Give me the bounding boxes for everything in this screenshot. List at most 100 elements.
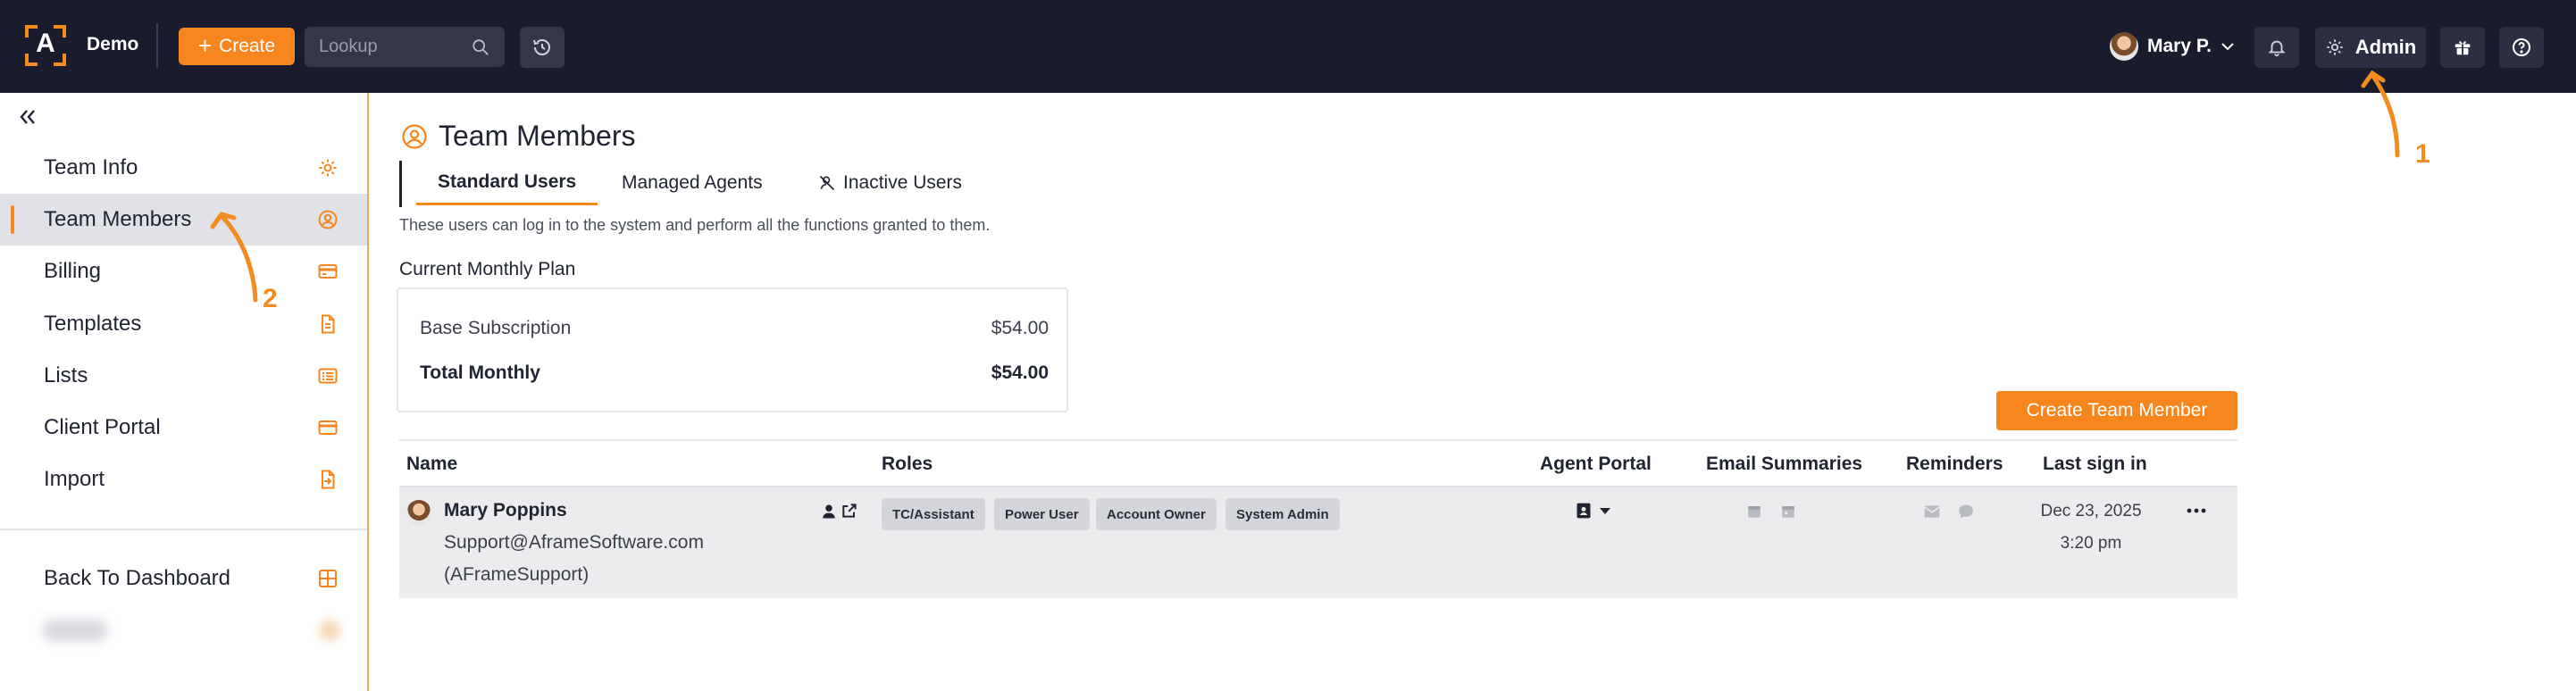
help-button[interactable] — [2499, 27, 2544, 68]
sidebar-item-label: Templates — [44, 312, 142, 336]
lookup-input[interactable] — [319, 27, 471, 67]
tab-inactive-users[interactable]: Inactive Users — [818, 161, 962, 205]
plan-base-value: $54.00 — [991, 318, 1049, 338]
sidebar: Team Info Team Members Billing Templates… — [0, 93, 369, 691]
agent-portal-id-icon[interactable] — [1575, 502, 1593, 520]
blurred-menu-item — [44, 620, 106, 641]
column-header-last-sign-in[interactable]: Last sign in — [2043, 454, 2147, 475]
member-email: Support@AframeSoftware.com — [444, 532, 704, 553]
last-sign-in-date: Dec 23, 2025 — [2040, 502, 2142, 520]
plan-total-row: Total Monthly $54.00 — [420, 362, 1049, 384]
person-icon[interactable] — [821, 504, 837, 520]
list-icon — [318, 368, 338, 384]
last-sign-in-time: 3:20 pm — [2060, 534, 2122, 553]
tab-standard-users[interactable]: Standard Users — [416, 161, 598, 205]
tab-managed-agents[interactable]: Managed Agents — [622, 161, 763, 205]
sidebar-item-client-portal[interactable]: Client Portal — [0, 402, 367, 454]
sidebar-item-label: Lists — [44, 363, 88, 387]
history-icon — [533, 39, 550, 55]
sidebar-item-billing[interactable]: Billing — [0, 246, 367, 297]
plan-total-value: $54.00 — [991, 362, 1049, 383]
column-header-roles[interactable]: Roles — [882, 454, 933, 475]
user-off-icon — [819, 175, 835, 191]
plan-base-row: Base Subscription $54.00 — [420, 318, 1049, 339]
credit-card-icon — [318, 264, 338, 279]
admin-label: Admin — [2354, 36, 2417, 58]
logo-letter: A — [36, 29, 55, 58]
sidebar-item-label: Import — [44, 467, 105, 491]
chat-bubble-icon[interactable] — [1957, 503, 1975, 520]
envelope-icon[interactable] — [1923, 504, 1941, 520]
lookup-search-box[interactable] — [305, 27, 505, 67]
sidebar-item-label: Client Portal — [44, 415, 161, 439]
sidebar-item-import[interactable]: Import — [0, 454, 367, 505]
role-badge-account-owner: Account Owner — [1096, 498, 1217, 530]
grid-icon — [319, 570, 337, 587]
notifications-button[interactable] — [2254, 27, 2299, 68]
create-team-member-button[interactable]: Create Team Member — [1996, 391, 2237, 430]
sidebar-item-team-members[interactable]: Team Members — [0, 194, 367, 246]
external-link-icon[interactable] — [841, 502, 858, 520]
role-badge-power-user: Power User — [994, 498, 1090, 530]
gear-icon — [319, 159, 337, 177]
page-title-text: Team Members — [439, 120, 636, 152]
sidebar-item-back-to-dashboard[interactable]: Back To Dashboard — [0, 553, 367, 604]
column-header-reminders[interactable]: Reminders — [1906, 454, 2003, 475]
admin-button[interactable]: Admin — [2315, 27, 2426, 68]
member-avatar — [406, 500, 431, 525]
column-header-name[interactable]: Name — [406, 454, 457, 475]
file-import-icon — [322, 470, 335, 489]
member-name[interactable]: Mary Poppins — [444, 500, 567, 521]
plan-total-label: Total Monthly — [420, 362, 540, 383]
top-navigation-bar: A Demo + Create Mary P. Admin — [0, 0, 2576, 93]
bell-icon — [2268, 40, 2286, 57]
sidebar-item-label: Back To Dashboard — [44, 566, 231, 590]
user-circle-icon — [318, 210, 338, 229]
portal-card-icon — [318, 420, 338, 435]
column-header-agent-portal[interactable]: Agent Portal — [1540, 454, 1652, 475]
sidebar-item-label: Team Info — [44, 155, 138, 179]
column-header-email-summaries[interactable]: Email Summaries — [1706, 454, 1862, 475]
tab-label: Managed Agents — [622, 172, 763, 193]
gift-icon — [2455, 41, 2471, 55]
sidebar-item-label: Team Members — [44, 207, 192, 231]
gear-icon — [2327, 39, 2343, 55]
sidebar-item-team-info[interactable]: Team Info — [0, 142, 367, 194]
annotation-number-2: 2 — [263, 284, 278, 313]
search-icon[interactable] — [471, 37, 490, 57]
calendar-day-icon[interactable] — [1746, 504, 1762, 520]
team-members-table: Name Roles Agent Portal Email Summaries … — [399, 439, 2237, 598]
document-icon — [322, 314, 335, 334]
table-row[interactable]: Mary Poppins Support@AframeSoftware.com … — [399, 487, 2237, 598]
more-options-icon[interactable] — [2186, 507, 2207, 514]
user-menu[interactable]: Mary P. — [2110, 32, 2235, 61]
role-badge-tc-assistant: TC/Assistant — [882, 498, 985, 530]
tab-label: Inactive Users — [843, 172, 963, 193]
app-logo[interactable]: A — [25, 25, 66, 66]
monthly-plan-card: Base Subscription $54.00 Total Monthly $… — [397, 287, 1068, 412]
user-name: Mary P. — [2147, 36, 2212, 56]
plan-base-label: Base Subscription — [420, 318, 572, 338]
blurred-menu-icon — [319, 620, 340, 641]
sidebar-item-templates[interactable]: Templates — [0, 298, 367, 350]
gift-button[interactable] — [2440, 27, 2485, 68]
role-badge-system-admin: System Admin — [1225, 498, 1340, 530]
create-button[interactable]: + Create — [179, 28, 295, 65]
table-header: Name Roles Agent Portal Email Summaries … — [399, 439, 2237, 487]
history-button[interactable] — [520, 27, 565, 68]
plus-icon: + — [197, 31, 213, 59]
sidebar-divider — [0, 529, 367, 530]
main-content: Team Members Standard Users Managed Agen… — [369, 93, 2576, 691]
plan-title: Current Monthly Plan — [399, 259, 576, 279]
caret-down-icon[interactable] — [1598, 504, 1612, 518]
chevron-down-icon — [2221, 43, 2234, 51]
tab-description: These users can log in to the system and… — [399, 216, 991, 234]
topbar-divider — [156, 23, 158, 68]
user-tabs: Standard Users Managed Agents Inactive U… — [399, 161, 962, 207]
calendar-week-icon[interactable] — [1780, 504, 1796, 520]
organization-name[interactable]: Demo — [87, 34, 138, 55]
page-title: Team Members — [401, 120, 636, 153]
sidebar-item-label: Billing — [44, 259, 102, 283]
collapse-sidebar-icon[interactable] — [16, 105, 39, 129]
sidebar-item-lists[interactable]: Lists — [0, 350, 367, 402]
